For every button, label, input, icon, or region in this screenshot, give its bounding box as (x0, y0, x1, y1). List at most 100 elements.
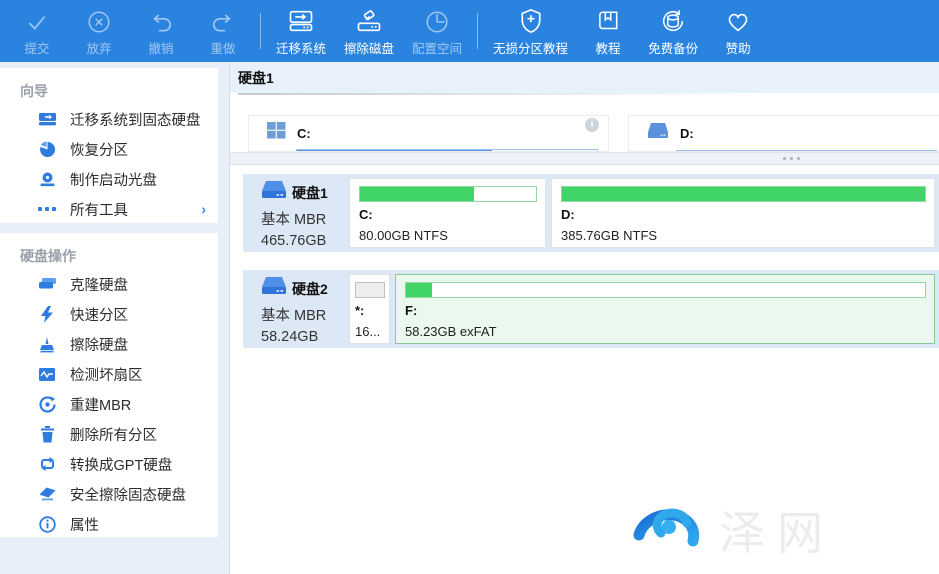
redo-icon (210, 5, 236, 35)
sidebar-item-label: 重建MBR (70, 394, 131, 415)
sidebar-item-properties[interactable]: 属性 (0, 509, 218, 539)
disk-type: 基本 MBR (261, 208, 344, 229)
partition-c[interactable]: C: 80.00GB NTFS (349, 178, 546, 248)
convert-gpt-icon (36, 455, 58, 473)
volume-card-c[interactable]: C: i (248, 115, 609, 152)
book-icon (595, 5, 621, 35)
toolbar-separator (477, 13, 478, 49)
undo-icon (148, 5, 174, 35)
disk-row-1[interactable]: 硬盘1 基本 MBR 465.76GB C: 80.00GB NTFS (243, 174, 939, 252)
disk-type: 基本 MBR (261, 304, 344, 325)
sidebar-item-label: 安全擦除固态硬盘 (70, 484, 186, 505)
partition-usage-bar (359, 186, 537, 202)
sidebar-item-bad-sectors[interactable]: 检测坏扇区 (0, 359, 218, 389)
volume-card-d[interactable]: D: (628, 115, 939, 152)
discard-icon (86, 5, 112, 35)
trash-icon (36, 425, 58, 443)
sidebar-item-clone-disk[interactable]: 克隆硬盘 (0, 269, 218, 299)
sidebar-item-label: 检测坏扇区 (70, 364, 143, 385)
partition-f-selected[interactable]: F: 58.23GB exFAT (395, 274, 935, 344)
migrate-system-button[interactable]: 迁移系统 (267, 0, 335, 62)
sidebar-item-rebuild-mbr[interactable]: 重建MBR (0, 389, 218, 419)
migrate-ssd-icon (36, 110, 58, 128)
bootable-disc-icon (36, 170, 58, 188)
rebuild-mbr-icon (36, 395, 58, 413)
partition-usage-bar (405, 282, 926, 298)
watermark: 泽网 (629, 495, 835, 564)
sidebar-item-recover-partition[interactable]: 恢复分区 (0, 134, 218, 164)
heart-icon (724, 5, 752, 35)
sidebar-item-quick-partition[interactable]: 快速分区 (0, 299, 218, 329)
disk-size: 58.24GB (261, 329, 344, 345)
disk-size: 465.76GB (261, 233, 344, 249)
tab-disk1[interactable]: 硬盘1 (238, 68, 274, 88)
drive-icon (647, 122, 669, 145)
partition-label: F: (405, 303, 926, 318)
sidebar-item-label: 恢复分区 (70, 139, 128, 160)
sidebar-item-label: 删除所有分区 (70, 424, 157, 445)
sidebar-item-wipe-disk[interactable]: 擦除硬盘 (0, 329, 218, 359)
sidebar-item-all-tools[interactable]: 所有工具 › (0, 194, 218, 224)
sidebar-item-bootable-disc[interactable]: 制作启动光盘 (0, 164, 218, 194)
preview-splitter-handle[interactable] (230, 152, 939, 165)
submit-button[interactable]: 提交 (6, 0, 68, 62)
volume-label: C: (297, 126, 311, 141)
configure-space-button[interactable]: 配置空间 (403, 0, 471, 62)
partition-d[interactable]: D: 385.76GB NTFS (551, 178, 935, 248)
wipe-disk-icon (36, 335, 58, 353)
tutorial-button[interactable]: 教程 (577, 0, 639, 62)
sidebar-item-label: 克隆硬盘 (70, 274, 128, 295)
discard-button[interactable]: 放弃 (68, 0, 130, 62)
migrate-system-icon (287, 5, 315, 35)
recover-partition-icon (36, 140, 58, 158)
sidebar-item-label: 转换成GPT硬盘 (70, 454, 172, 475)
info-icon[interactable]: i (585, 118, 599, 132)
backup-icon (659, 5, 687, 35)
section-title-disk-operations: 硬盘操作 (0, 233, 218, 269)
disk-icon (261, 276, 287, 301)
free-backup-button[interactable]: 免费备份 (639, 0, 707, 62)
partition-label: C: (359, 207, 537, 222)
configure-space-icon (424, 5, 450, 35)
info-icon (36, 515, 58, 533)
erase-disk-button[interactable]: 擦除磁盘 (335, 0, 403, 62)
disk-row-2[interactable]: 硬盘2 基本 MBR 58.24GB *: 16... F: (243, 270, 939, 348)
sidebar-item-label: 属性 (70, 514, 99, 535)
check-icon (24, 5, 50, 35)
lossless-tutorial-button[interactable]: 无损分区教程 (484, 0, 577, 62)
sidebar-item-label: 快速分区 (70, 304, 128, 325)
bad-sector-icon (36, 365, 58, 383)
disk-name: 硬盘1 (292, 183, 328, 203)
sidebar-item-secure-erase[interactable]: 安全擦除固态硬盘 (0, 479, 218, 509)
sidebar-item-label: 迁移系统到固态硬盘 (70, 109, 201, 130)
chevron-right-icon: › (201, 201, 206, 217)
app-window: 提交 放弃 撤销 重做 迁移系统 擦除磁盘 (0, 0, 939, 574)
erase-disk-icon (355, 5, 383, 35)
secure-erase-icon (36, 485, 58, 503)
partition-label: D: (561, 207, 926, 222)
partition-usage-bar (561, 186, 926, 202)
disk-tab-bar: 硬盘1 (230, 62, 939, 93)
shield-plus-icon (517, 5, 545, 35)
sidebar-item-label: 擦除硬盘 (70, 334, 128, 355)
partition-info: 16... (355, 324, 385, 339)
sidebar-item-delete-all-partitions[interactable]: 删除所有分区 (0, 419, 218, 449)
partition-unformatted[interactable]: *: 16... (349, 274, 390, 344)
watermark-text: 泽网 (719, 497, 835, 563)
partition-label: *: (355, 303, 385, 318)
redo-button[interactable]: 重做 (192, 0, 254, 62)
undo-button[interactable]: 撤销 (130, 0, 192, 62)
disk-icon (261, 180, 287, 205)
partition-info: 385.76GB NTFS (561, 228, 926, 243)
sidebar-item-migrate-ssd[interactable]: 迁移系统到固态硬盘 (0, 104, 218, 134)
sponsor-button[interactable]: 赞助 (707, 0, 769, 62)
sidebar-wizard-section: 向导 迁移系统到固态硬盘 恢复分区 制作启动光盘 所有工具 › (0, 68, 218, 223)
disk-list: 硬盘1 基本 MBR 465.76GB C: 80.00GB NTFS (230, 165, 939, 348)
section-title-wizard: 向导 (0, 68, 218, 104)
splitter-dots-icon (783, 157, 800, 160)
sidebar-item-convert-gpt[interactable]: 转换成GPT硬盘 (0, 449, 218, 479)
quick-partition-icon (36, 305, 58, 323)
sidebar-item-label: 所有工具 (70, 199, 128, 220)
windows-logo-icon (267, 122, 286, 144)
disk-name: 硬盘2 (292, 279, 328, 299)
